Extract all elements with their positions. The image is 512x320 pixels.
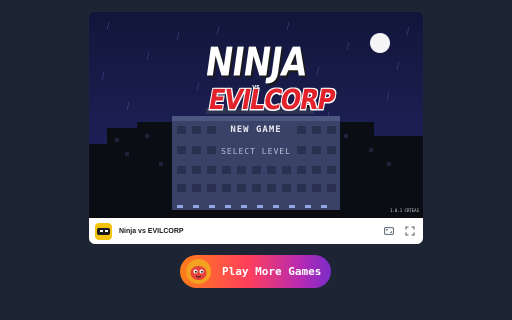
- mascot-icon: [186, 259, 211, 284]
- new-game-button[interactable]: NEW GAME: [89, 125, 423, 135]
- play-more-games-label: Play More Games: [222, 265, 322, 278]
- page: NINJA VS EVILCORP NEW GAME SELECT LEVEL …: [0, 0, 512, 320]
- game-canvas[interactable]: NINJA VS EVILCORP NEW GAME SELECT LEVEL …: [89, 12, 423, 218]
- game-thumbnail: [95, 222, 112, 240]
- select-level-button[interactable]: SELECT LEVEL: [89, 147, 423, 156]
- game-info-bar: Ninja vs EVILCORP: [89, 218, 423, 244]
- game-title-evilcorp: EVILCORP: [206, 83, 338, 117]
- expand-icon[interactable]: [403, 224, 417, 238]
- play-more-games-button[interactable]: Play More Games: [180, 255, 331, 288]
- game-name: Ninja vs EVILCORP: [119, 227, 184, 235]
- game-title-ninja: NINJA: [202, 38, 310, 85]
- game-frame: NINJA VS EVILCORP NEW GAME SELECT LEVEL …: [89, 12, 423, 244]
- version-label: 1.0.1 CRTEAS: [390, 208, 419, 213]
- fullscreen-icon[interactable]: [382, 224, 396, 238]
